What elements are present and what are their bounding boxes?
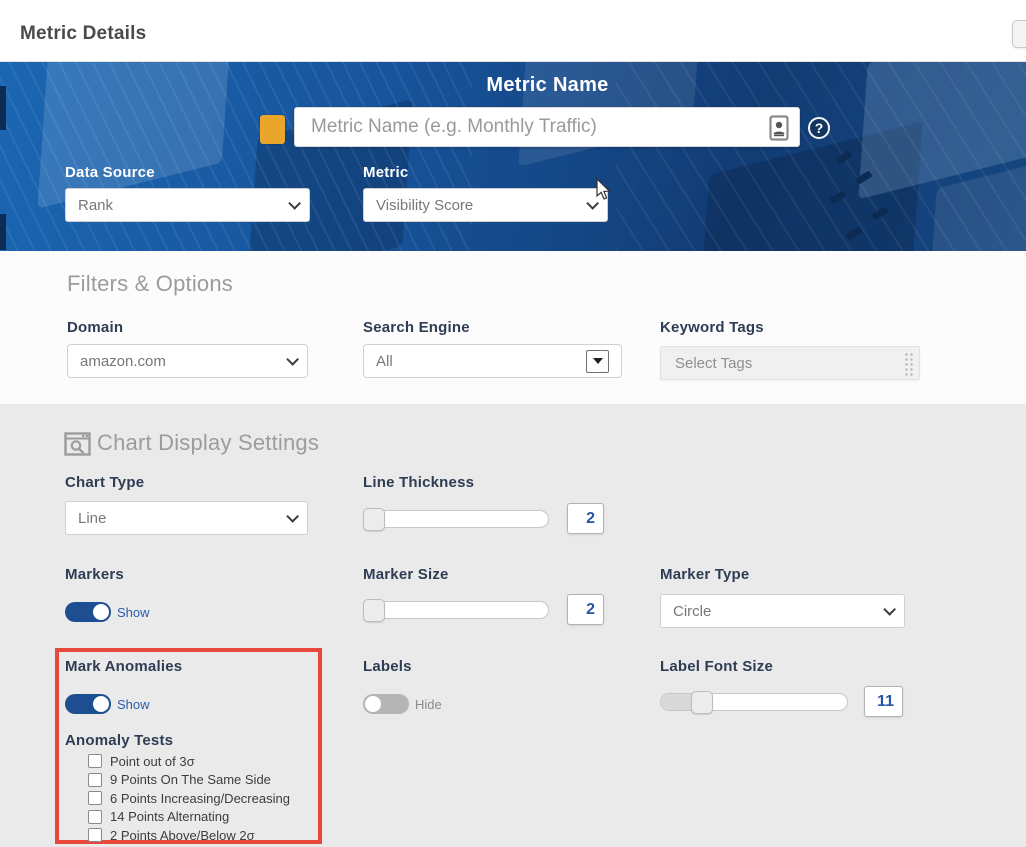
search-engine-select[interactable]: All [363, 344, 622, 378]
help-icon[interactable]: ? [808, 117, 830, 139]
chart-settings-window-magnifier-icon [64, 432, 91, 457]
checkbox[interactable] [88, 810, 102, 824]
search-engine-label: Search Engine [363, 319, 470, 336]
domain-value: amazon.com [80, 353, 166, 370]
checkbox-label: 14 Points Alternating [110, 809, 229, 824]
checkbox[interactable] [88, 754, 102, 768]
data-source-select[interactable]: Rank [65, 188, 310, 222]
header-edge-button[interactable] [1012, 20, 1026, 48]
data-source-label: Data Source [65, 164, 155, 181]
marker-type-value: Circle [673, 603, 711, 620]
marker-size-value: 2 [567, 594, 604, 625]
data-source-value: Rank [78, 197, 113, 214]
label-font-size-label: Label Font Size [660, 658, 773, 675]
keyword-tags-label: Keyword Tags [660, 319, 764, 336]
toggle-knob [365, 696, 381, 712]
chart-type-label: Chart Type [65, 474, 144, 491]
labels-toggle[interactable] [363, 694, 409, 714]
chevron-down-icon [883, 603, 896, 616]
domain-select[interactable]: amazon.com [67, 344, 308, 378]
chart-type-value: Line [78, 510, 106, 527]
anomaly-test-row: 6 Points Increasing/Decreasing [88, 789, 318, 808]
marker-type-label: Marker Type [660, 566, 749, 583]
markers-toggle-label: Show [117, 605, 150, 620]
autofill-contact-icon[interactable] [769, 115, 789, 141]
chevron-down-icon [286, 353, 299, 366]
metric-name-hero: Metric Name ? Data Source Rank Metric Vi… [0, 62, 1026, 251]
toggle-knob [93, 696, 109, 712]
markers-toggle[interactable] [65, 602, 111, 622]
marker-size-slider[interactable] [363, 601, 549, 619]
anomaly-tests-list: Point out of 3σ 9 Points On The Same Sid… [88, 752, 318, 845]
checkbox-label: 2 Points Above/Below 2σ [110, 828, 255, 843]
triangle-down-icon [593, 358, 603, 364]
page-header: Metric Details [0, 0, 1026, 62]
mark-anomalies-toggle-label: Show [117, 697, 150, 712]
marker-type-select[interactable]: Circle [660, 594, 905, 628]
anomaly-test-row: 14 Points Alternating [88, 808, 318, 827]
chart-display-settings-section: Chart Display Settings Chart Type Line L… [0, 404, 1026, 847]
filters-options-heading: Filters & Options [67, 271, 233, 297]
metric-name-heading: Metric Name [295, 74, 800, 97]
toggle-knob [93, 604, 109, 620]
anomaly-test-row: Point out of 3σ [88, 752, 318, 771]
metric-name-input-wrap [294, 107, 800, 147]
metric-value: Visibility Score [376, 197, 473, 214]
slider-handle[interactable] [691, 691, 713, 714]
checkbox[interactable] [88, 828, 102, 842]
chevron-down-icon [286, 510, 299, 523]
metric-select[interactable]: Visibility Score [363, 188, 608, 222]
anomaly-test-row: 9 Points On The Same Side [88, 771, 318, 790]
chevron-down-icon [586, 197, 599, 210]
label-font-size-value: 11 [864, 686, 903, 717]
slider-handle[interactable] [363, 599, 385, 622]
labels-toggle-label: Hide [415, 697, 442, 712]
checkbox[interactable] [88, 791, 102, 805]
labels-label: Labels [363, 658, 412, 675]
line-thickness-value: 2 [567, 503, 604, 534]
keyword-tags-placeholder: Select Tags [675, 355, 752, 372]
domain-label: Domain [67, 319, 123, 336]
metric-name-input[interactable] [295, 108, 799, 146]
metric-color-swatch[interactable] [260, 115, 285, 144]
mark-anomalies-toggle[interactable] [65, 694, 111, 714]
keyword-tags-select[interactable]: Select Tags [660, 346, 920, 380]
mark-anomalies-label: Mark Anomalies [65, 658, 182, 675]
anomaly-tests-label: Anomaly Tests [65, 732, 173, 749]
anomaly-test-row: 2 Points Above/Below 2σ [88, 826, 318, 845]
metric-label: Metric [363, 164, 408, 181]
chevron-down-icon [288, 197, 301, 210]
grip-dots-icon[interactable] [904, 352, 915, 376]
markers-label: Markers [65, 566, 124, 583]
checkbox-label: 9 Points On The Same Side [110, 772, 271, 787]
label-font-size-slider[interactable] [660, 693, 848, 711]
line-thickness-slider[interactable] [363, 510, 549, 528]
chart-display-settings-heading: Chart Display Settings [97, 430, 319, 456]
checkbox-label: 6 Points Increasing/Decreasing [110, 791, 290, 806]
chart-type-select[interactable]: Line [65, 501, 308, 535]
checkbox[interactable] [88, 773, 102, 787]
line-thickness-label: Line Thickness [363, 474, 474, 491]
filters-options-section: Filters & Options Domain amazon.com Sear… [0, 251, 1026, 404]
checkbox-label: Point out of 3σ [110, 754, 195, 769]
dropdown-arrow-button[interactable] [586, 350, 609, 373]
search-engine-value: All [376, 353, 393, 370]
marker-size-label: Marker Size [363, 566, 449, 583]
page-title: Metric Details [20, 23, 146, 45]
slider-handle[interactable] [363, 508, 385, 531]
